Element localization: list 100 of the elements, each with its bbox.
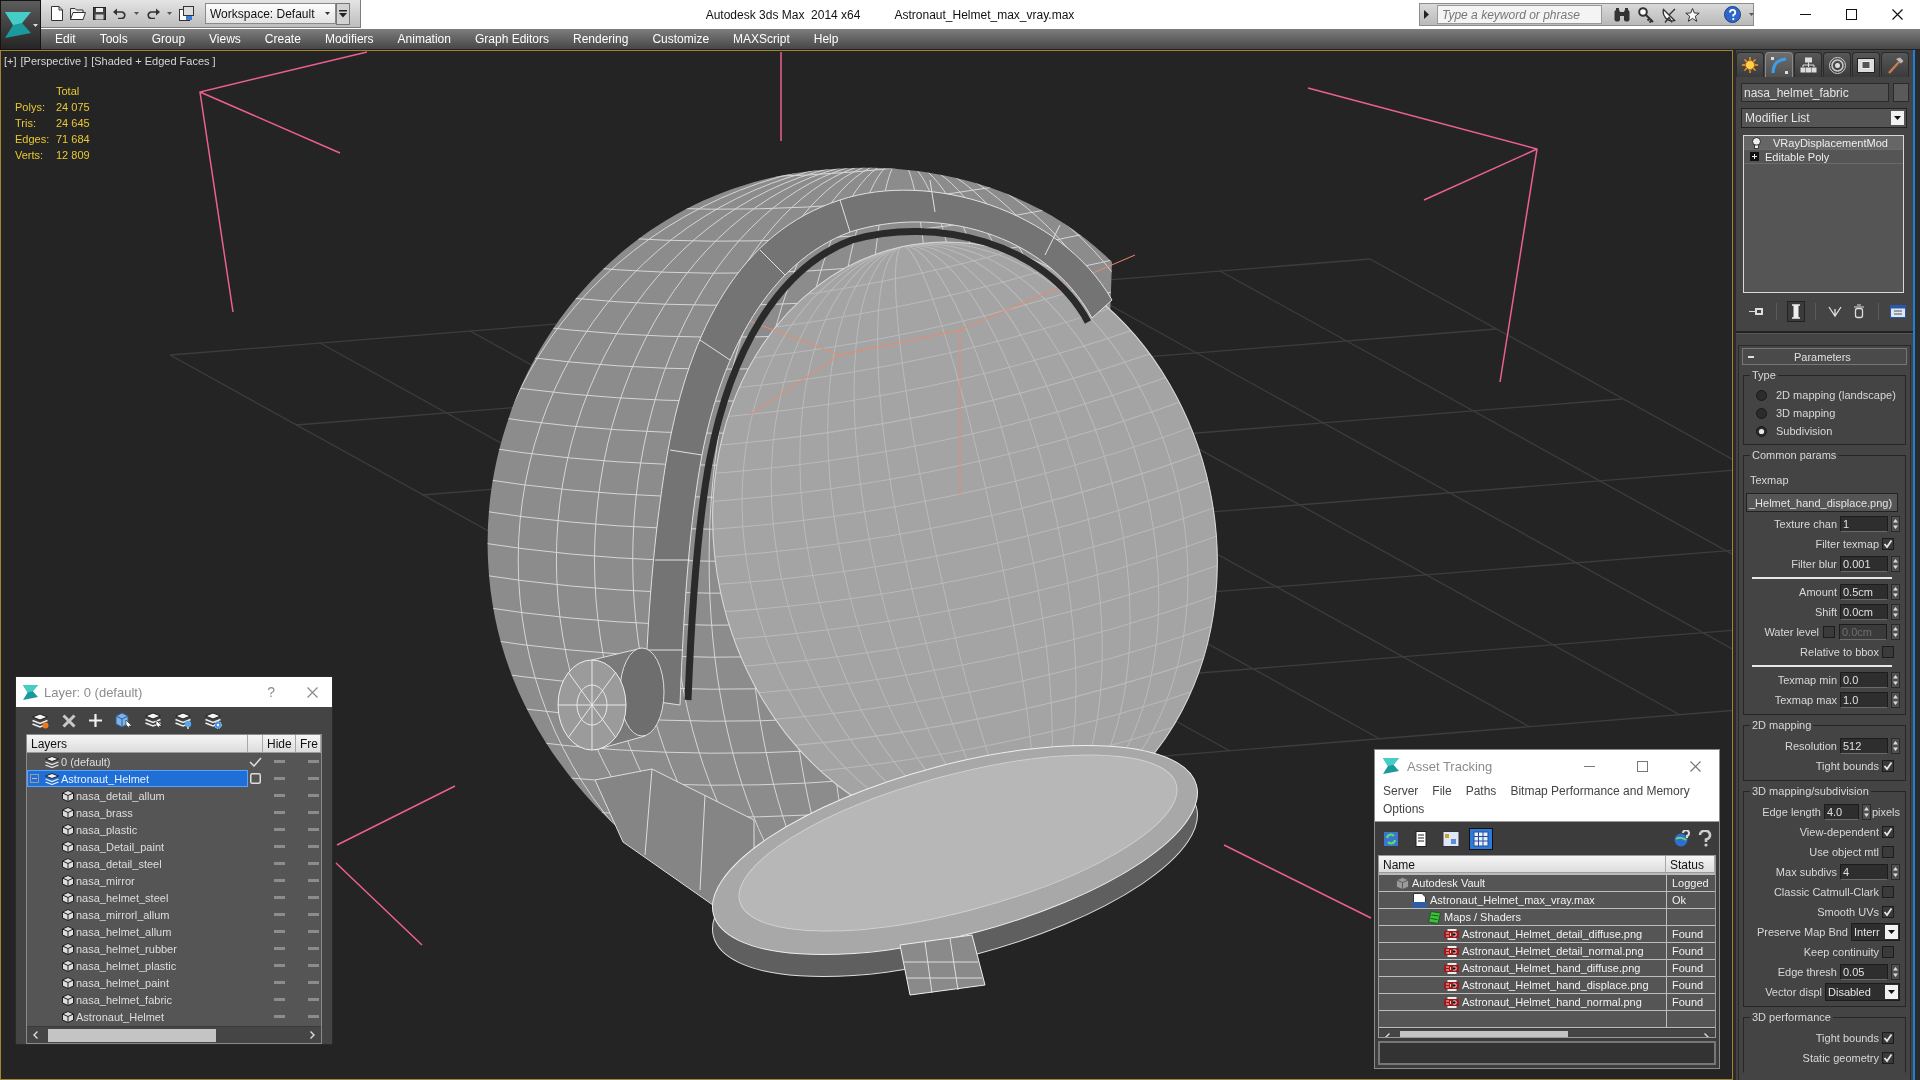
menu-item[interactable]: Edit [43,32,88,46]
layer-item[interactable]: nasa_helmet_rubber [27,940,248,957]
new-file-icon[interactable] [51,6,63,21]
layer-item[interactable]: nasa_detail_allum [27,787,248,804]
asset-item[interactable]: Astronaut_Helmet_hand_normal.png [1379,994,1666,1010]
maximize-icon[interactable] [1845,9,1857,20]
spinner-arrows-icon[interactable] [1891,604,1900,620]
path-field[interactable] [1378,1041,1716,1065]
column-header[interactable]: Name [1379,856,1666,873]
command-tab[interactable] [1823,52,1851,77]
scroll-left-icon[interactable] [33,1031,38,1039]
layers-sparkle-icon[interactable] [32,712,49,729]
spinner-field[interactable]: 0.05 [1840,964,1888,980]
modifier-list-dropdown[interactable]: Modifier List [1741,108,1907,128]
caret-icon[interactable] [325,12,330,15]
layers-cursor-icon[interactable] [145,712,162,729]
redo-icon[interactable] [146,8,160,19]
column-header[interactable]: Hide [263,735,296,753]
collapse-icon[interactable] [30,774,39,783]
column-header[interactable]: Fre [296,735,321,753]
spinner-field[interactable]: 4.0 [1823,804,1859,820]
delete-icon[interactable] [62,713,76,728]
menu-item[interactable]: Paths [1465,784,1497,798]
menu-item[interactable]: Modifiers [312,32,386,46]
stack-item[interactable]: VRayDisplacementMod [1744,136,1903,150]
spinner-arrows-icon[interactable] [1891,738,1900,754]
checkbox[interactable] [1882,1052,1894,1064]
column-header[interactable] [248,735,263,753]
command-tab[interactable] [1794,52,1822,77]
minimize-icon[interactable] [1799,14,1811,15]
key-icon[interactable] [1638,6,1654,23]
menu-item[interactable]: Rendering [561,32,641,46]
menu-item[interactable]: Views [197,32,253,46]
help-button[interactable]: ? [267,684,275,700]
spinner-field[interactable]: 0.0 [1840,672,1888,688]
checkbox[interactable] [1882,906,1894,918]
spinner-arrows-icon[interactable] [1891,964,1900,980]
layer-item[interactable]: nasa_helmet_allum [27,923,248,940]
checkbox[interactable] [1882,1032,1894,1044]
checkmark-icon[interactable] [249,756,262,767]
spinner-arrows-icon[interactable] [1891,692,1900,708]
spinner-arrows-icon[interactable] [1891,624,1900,640]
color-swatch-icon[interactable] [1893,83,1909,102]
layer-item[interactable]: nasa_helmet_fabric [27,991,248,1008]
asset-item[interactable]: Astronaut_Helmet_detail_diffuse.png [1379,926,1666,942]
asset-item[interactable]: Astronaut_Helmet_hand_displace.png [1379,977,1666,993]
layer-item[interactable]: nasa_plastic [27,821,248,838]
undo-icon[interactable] [113,8,127,19]
expand-arrow-icon[interactable] [1424,10,1429,19]
asset-item[interactable]: Astronaut_Helmet_hand_diffuse.png [1379,960,1666,976]
layer-item[interactable]: nasa_helmet_paint [27,974,248,991]
spinner-arrows-icon[interactable] [1891,864,1900,880]
radio-button[interactable] [1756,425,1767,437]
menu-item[interactable]: Graph Editors [462,32,561,46]
layer-item[interactable]: nasa_mirrorl_allum [27,906,248,923]
spinner-field[interactable]: 0.001 [1840,556,1888,572]
layer-item[interactable]: nasa_brass [27,804,248,821]
help-icon[interactable] [1697,830,1713,847]
caret-icon[interactable] [134,12,139,15]
viewport-menu[interactable]: [Perspective ] [20,55,88,67]
search-field[interactable]: Type a keyword or phrase [1437,5,1602,24]
checkbox[interactable] [1882,946,1894,958]
star-icon[interactable] [1685,7,1700,22]
close-icon[interactable] [1891,9,1903,20]
texmap-button[interactable]: _Helmet_hand_displace.png) [1746,493,1898,512]
spinner-arrows-icon[interactable] [1861,804,1871,820]
column-header[interactable]: Layers [27,735,248,753]
command-tab[interactable] [1881,52,1909,77]
menu-item[interactable]: Animation [385,32,463,46]
spinner-arrows-icon[interactable] [1891,672,1900,688]
asset-item[interactable]: Maps / Shaders [1379,909,1666,925]
save-icon[interactable] [93,7,106,20]
dropdown[interactable]: Interr [1851,923,1900,941]
table-icon[interactable] [1469,827,1493,850]
command-tab[interactable] [1736,52,1764,77]
command-tab[interactable] [1852,52,1880,77]
layer-item[interactable]: nasa_helmet_steel [27,889,248,906]
layers-gear-icon[interactable] [205,712,222,729]
spinner-field[interactable]: 1 [1840,516,1888,532]
open-folder-icon[interactable] [70,7,86,20]
menu-item[interactable]: Server [1383,784,1419,798]
stack-item[interactable]: Editable Poly [1744,150,1903,164]
layer-item[interactable]: nasa_helmet_plastic [27,957,248,974]
checkbox[interactable] [1823,626,1835,638]
menu-item[interactable]: Options [1383,802,1425,816]
cube-cursor-icon[interactable] [115,712,132,729]
binoculars-icon[interactable] [1614,7,1630,22]
layer-item[interactable]: Astronaut_Helmet [27,1008,248,1025]
dropdown[interactable]: Disabled [1825,983,1900,1001]
scroll-right-icon[interactable] [310,1031,315,1039]
globe-help-icon[interactable] [1674,830,1691,847]
checkbox[interactable] [1882,760,1894,772]
layer-item[interactable]: nasa_detail_steel [27,855,248,872]
spinner-arrows-icon[interactable] [1891,584,1900,600]
expand-icon[interactable] [1750,152,1759,161]
menu-item[interactable]: Create [252,32,313,46]
checkbox[interactable] [1882,538,1894,550]
caret-icon[interactable] [33,23,38,27]
asset-item[interactable]: Autodesk Vault [1379,875,1666,891]
satellite-dish-icon[interactable] [1662,6,1677,23]
